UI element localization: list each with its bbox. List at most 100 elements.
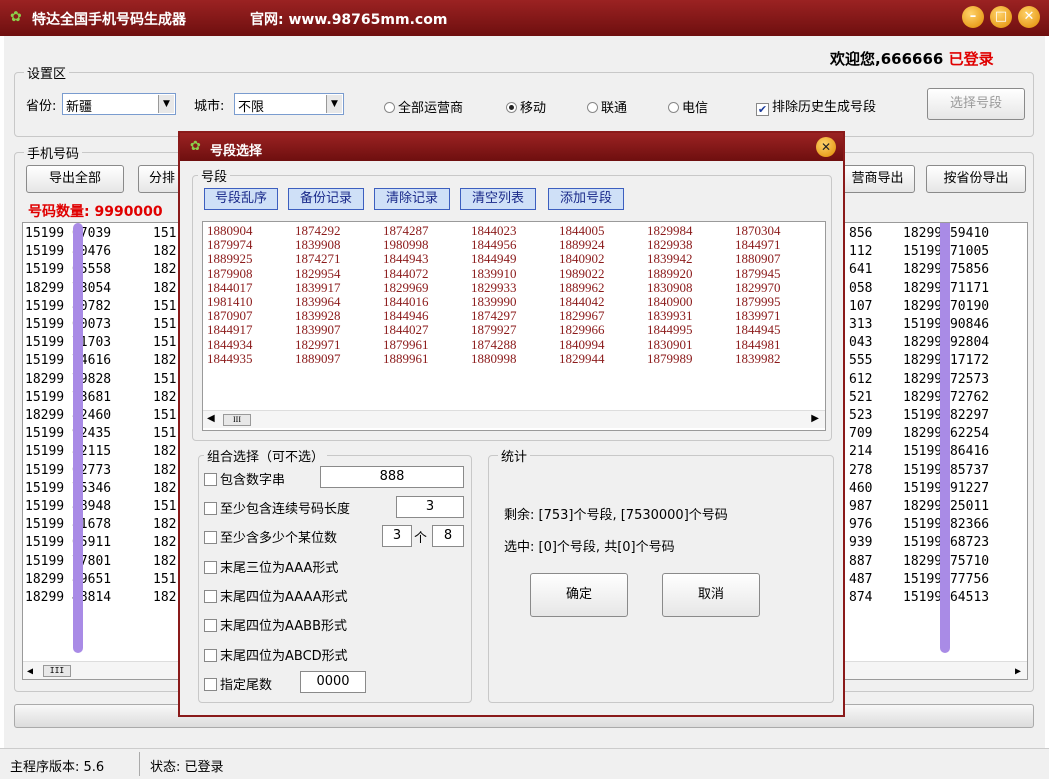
scroll-right-icon[interactable]: ▶ — [1015, 663, 1021, 679]
segment-item[interactable]: 1844956 — [471, 238, 517, 252]
segment-item[interactable]: 1829967 — [559, 309, 605, 323]
segment-item[interactable]: 1844017 — [207, 280, 253, 295]
segment-item[interactable]: 1844934 — [207, 337, 253, 352]
segment-item[interactable]: 1844042 — [559, 294, 605, 309]
select-segment-button[interactable]: 选择号段 — [927, 88, 1025, 120]
segment-item[interactable]: 1870304 — [735, 223, 781, 238]
radio-icon[interactable] — [587, 102, 598, 113]
segment-item[interactable]: 1829938 — [647, 238, 693, 252]
segment-item[interactable]: 1829944 — [559, 351, 605, 366]
segment-item[interactable]: 1840900 — [647, 294, 693, 309]
checkmark-icon[interactable]: ✔ — [756, 103, 769, 116]
segment-item[interactable]: 1829984 — [647, 223, 693, 238]
segment-item[interactable]: 1844981 — [735, 337, 781, 352]
segment-item[interactable]: 1880907 — [735, 252, 781, 266]
clear-records-button[interactable]: 清除记录 — [374, 188, 450, 210]
checkbox-icon[interactable] — [204, 649, 217, 662]
segment-list[interactable]: 1870304 1844971 1880907 1879945 1829970 18799… — [202, 221, 826, 431]
segment-item[interactable]: 1879945 — [735, 266, 781, 281]
exclude-history-checkbox[interactable]: ✔ 排除历史生成号段 — [756, 96, 876, 116]
scroll-left-icon[interactable]: ◀ — [207, 412, 215, 426]
export-all-button[interactable]: 导出全部 — [26, 165, 124, 193]
segment-item[interactable]: 1874271 — [295, 252, 341, 266]
segment-item[interactable]: 1829969 — [383, 280, 429, 295]
segment-item[interactable]: 1844935 — [207, 351, 253, 366]
checkbox-icon[interactable] — [204, 678, 217, 691]
segment-item[interactable]: 1829954 — [295, 266, 341, 281]
radio-telecom[interactable]: 电信 — [668, 97, 708, 116]
atleast-option[interactable]: 至少含多少个某位数 — [204, 527, 337, 546]
segment-item[interactable]: 1829933 — [471, 280, 517, 295]
segment-item[interactable]: 1844016 — [383, 294, 429, 309]
radio-icon[interactable] — [668, 102, 679, 113]
consecutive-input[interactable]: 3 — [396, 496, 464, 518]
segment-item[interactable]: 1889924 — [559, 238, 605, 252]
segment-item[interactable]: 1844027 — [383, 323, 429, 337]
segment-item[interactable]: 1874292 — [295, 223, 341, 238]
segment-item[interactable]: 1844917 — [207, 323, 253, 337]
aaaa-option[interactable]: 末尾四位为AAAA形式 — [204, 586, 348, 605]
segment-item[interactable]: 1829970 — [735, 280, 781, 295]
segment-item[interactable]: 1879927 — [471, 323, 517, 337]
segment-item[interactable]: 1844005 — [559, 223, 605, 238]
segment-item[interactable]: 1980998 — [383, 238, 429, 252]
segment-item[interactable]: 1829966 — [559, 323, 605, 337]
segment-item[interactable]: 1874297 — [471, 309, 517, 323]
segment-item[interactable]: 1839917 — [295, 280, 341, 295]
segment-item[interactable]: 1839931 — [647, 309, 693, 323]
segment-item[interactable]: 1839908 — [295, 238, 341, 252]
scroll-right-icon[interactable]: ▶ — [811, 412, 819, 426]
segment-item[interactable]: 1880904 — [207, 223, 253, 238]
radio-all-carriers[interactable]: 全部运营商 — [384, 97, 463, 116]
contains-option[interactable]: 包含数字串 — [204, 469, 285, 488]
segment-item[interactable]: 1840902 — [559, 252, 605, 266]
checkbox-icon[interactable] — [204, 531, 217, 544]
segment-item[interactable]: 1879961 — [383, 337, 429, 352]
city-select[interactable]: 不限 ▼ — [234, 93, 344, 115]
atleast-count-input[interactable]: 3 — [382, 525, 412, 547]
tail-input[interactable]: 0000 — [300, 671, 366, 693]
segment-item[interactable]: 1844943 — [383, 252, 429, 266]
segment-item[interactable]: 1989022 — [559, 266, 605, 281]
radio-mobile[interactable]: 移动 — [506, 97, 546, 116]
scroll-thumb[interactable]: III — [43, 665, 71, 677]
radio-icon[interactable] — [384, 102, 395, 113]
segment-item[interactable]: 1889925 — [207, 252, 253, 266]
radio-selected-icon[interactable] — [506, 102, 517, 113]
segment-item[interactable]: 1839942 — [647, 252, 693, 266]
shuffle-segments-button[interactable]: 号段乱序 — [204, 188, 278, 210]
radio-unicom[interactable]: 联通 — [587, 97, 627, 116]
clear-list-button[interactable]: 清空列表 — [460, 188, 536, 210]
segment-item[interactable]: 1879974 — [207, 238, 253, 252]
scroll-thumb[interactable]: III — [223, 414, 251, 426]
aabb-option[interactable]: 末尾四位为AABB形式 — [204, 615, 347, 634]
segment-item[interactable]: 1829971 — [295, 337, 341, 352]
backup-records-button[interactable]: 备份记录 — [288, 188, 364, 210]
contains-input[interactable]: 888 — [320, 466, 464, 488]
tail-option[interactable]: 指定尾数 — [204, 674, 272, 693]
segment-item[interactable]: 1839982 — [735, 351, 781, 366]
segment-item[interactable]: 1880998 — [471, 351, 517, 366]
checkbox-icon[interactable] — [204, 473, 217, 486]
segment-item[interactable]: 1844072 — [383, 266, 429, 281]
segment-item[interactable]: 1839928 — [295, 309, 341, 323]
minimize-icon[interactable]: – — [962, 6, 984, 28]
segment-item[interactable]: 1839910 — [471, 266, 517, 281]
close-icon[interactable]: ✕ — [1018, 6, 1040, 28]
checkbox-icon[interactable] — [204, 590, 217, 603]
province-export-button[interactable]: 按省份导出 — [926, 165, 1026, 193]
segment-item[interactable]: 1874287 — [383, 223, 429, 238]
segment-item[interactable]: 1844949 — [471, 252, 517, 266]
close-icon[interactable]: ✕ — [816, 137, 836, 157]
ok-button[interactable]: 确定 — [530, 573, 628, 617]
checkbox-icon[interactable] — [204, 619, 217, 632]
segment-item[interactable]: 1844945 — [735, 323, 781, 337]
segment-item[interactable]: 1889097 — [295, 351, 341, 366]
aaa-option[interactable]: 末尾三位为AAA形式 — [204, 557, 338, 576]
segment-item[interactable]: 1844023 — [471, 223, 517, 238]
atleast-digit-input[interactable]: 8 — [432, 525, 464, 547]
segment-item[interactable]: 1844971 — [735, 238, 781, 252]
segment-item[interactable]: 1879908 — [207, 266, 253, 281]
scroll-left-icon[interactable]: ◀ — [27, 663, 33, 679]
maximize-icon[interactable]: □ — [990, 6, 1012, 28]
